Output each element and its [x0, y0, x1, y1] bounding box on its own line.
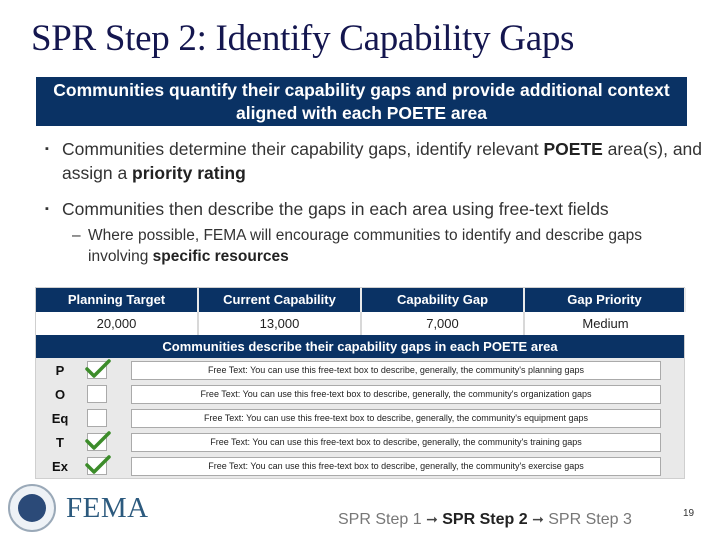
header-gap-priority: Gap Priority [525, 288, 686, 312]
capability-gap-form: Planning Target Current Capability Capab… [35, 287, 686, 479]
header-planning-target: Planning Target [36, 288, 199, 312]
bullet-item: ▪ Communities determine their capability… [45, 137, 705, 185]
poete-label: Eq [51, 410, 69, 426]
poete-checkbox[interactable] [85, 359, 111, 379]
poete-checkbox[interactable] [85, 455, 111, 475]
checkmark-icon [85, 359, 111, 378]
step-2-current: SPR Step 2 [442, 511, 528, 528]
arrow-right-icon: ➞ [426, 511, 438, 527]
checkmark-icon [85, 455, 111, 474]
free-text-field[interactable]: Free Text: You can use this free-text bo… [131, 384, 661, 404]
poete-row: T Free Text: You can use this free-text b… [36, 430, 684, 454]
step-3: SPR Step 3 [548, 511, 632, 528]
bullet-text: Communities then describe the gaps in ea… [62, 199, 609, 219]
sub-bullet-item: – Where possible, FEMA will encourage co… [45, 225, 705, 267]
header-capability-gap: Capability Gap [362, 288, 525, 312]
bullet-mark: ▪ [45, 143, 49, 155]
bullet-item: ▪ Communities then describe the gaps in … [45, 197, 705, 221]
free-text-field[interactable]: Free Text: You can use this free-text bo… [131, 360, 661, 380]
bullet-bold: priority rating [132, 163, 246, 183]
poete-header: Communities describe their capability ga… [36, 335, 684, 358]
value-gap-priority: Medium [525, 312, 686, 335]
page-number: 19 [683, 508, 695, 519]
poete-checkbox[interactable] [87, 385, 107, 403]
value-current-capability: 13,000 [199, 312, 362, 335]
summary-banner: Communities quantify their capability ga… [36, 77, 687, 126]
dhs-seal-icon [8, 484, 56, 532]
bullet-text: Communities determine their capability g… [62, 139, 544, 159]
gap-summary-table: Planning Target Current Capability Capab… [36, 288, 686, 335]
fema-wordmark: FEMA [66, 491, 149, 524]
step-navigation: SPR Step 1 ➞ SPR Step 2 ➞ SPR Step 3 [338, 511, 632, 529]
bullet-list: ▪ Communities determine their capability… [45, 137, 705, 267]
poete-label: O [54, 386, 66, 402]
step-1: SPR Step 1 [338, 511, 422, 528]
bullet-mark: ▪ [45, 203, 49, 215]
poete-label: T [56, 434, 64, 450]
poete-label: Ex [52, 458, 68, 474]
fema-logo: FEMA [8, 484, 149, 532]
poete-checkbox[interactable] [85, 431, 111, 451]
free-text-field[interactable]: Free Text: You can use this free-text bo… [131, 456, 661, 476]
bullet-bold: POETE [543, 139, 603, 159]
poete-row: Ex Free Text: You can use this free-text … [36, 454, 684, 478]
poete-row: P Free Text: You can use this free-text b… [36, 358, 684, 382]
value-planning-target: 20,000 [36, 312, 199, 335]
value-capability-gap: 7,000 [362, 312, 525, 335]
header-current-capability: Current Capability [199, 288, 362, 312]
arrow-right-icon: ➞ [532, 511, 544, 527]
checkmark-icon [85, 431, 111, 450]
sub-bullet-mark: – [72, 227, 81, 244]
poete-row: O Free Text: You can use this free-text b… [36, 382, 684, 406]
free-text-field[interactable]: Free Text: You can use this free-text bo… [131, 408, 661, 428]
poete-rows: P Free Text: You can use this free-text b… [36, 358, 684, 478]
poete-row: Eq Free Text: You can use this free-text … [36, 406, 684, 430]
sub-bullet-bold: specific resources [152, 248, 289, 265]
slide-title: SPR Step 2: Identify Capability Gaps [31, 18, 575, 59]
free-text-field[interactable]: Free Text: You can use this free-text bo… [131, 432, 661, 452]
poete-checkbox[interactable] [87, 409, 107, 427]
poete-label: P [55, 362, 65, 378]
